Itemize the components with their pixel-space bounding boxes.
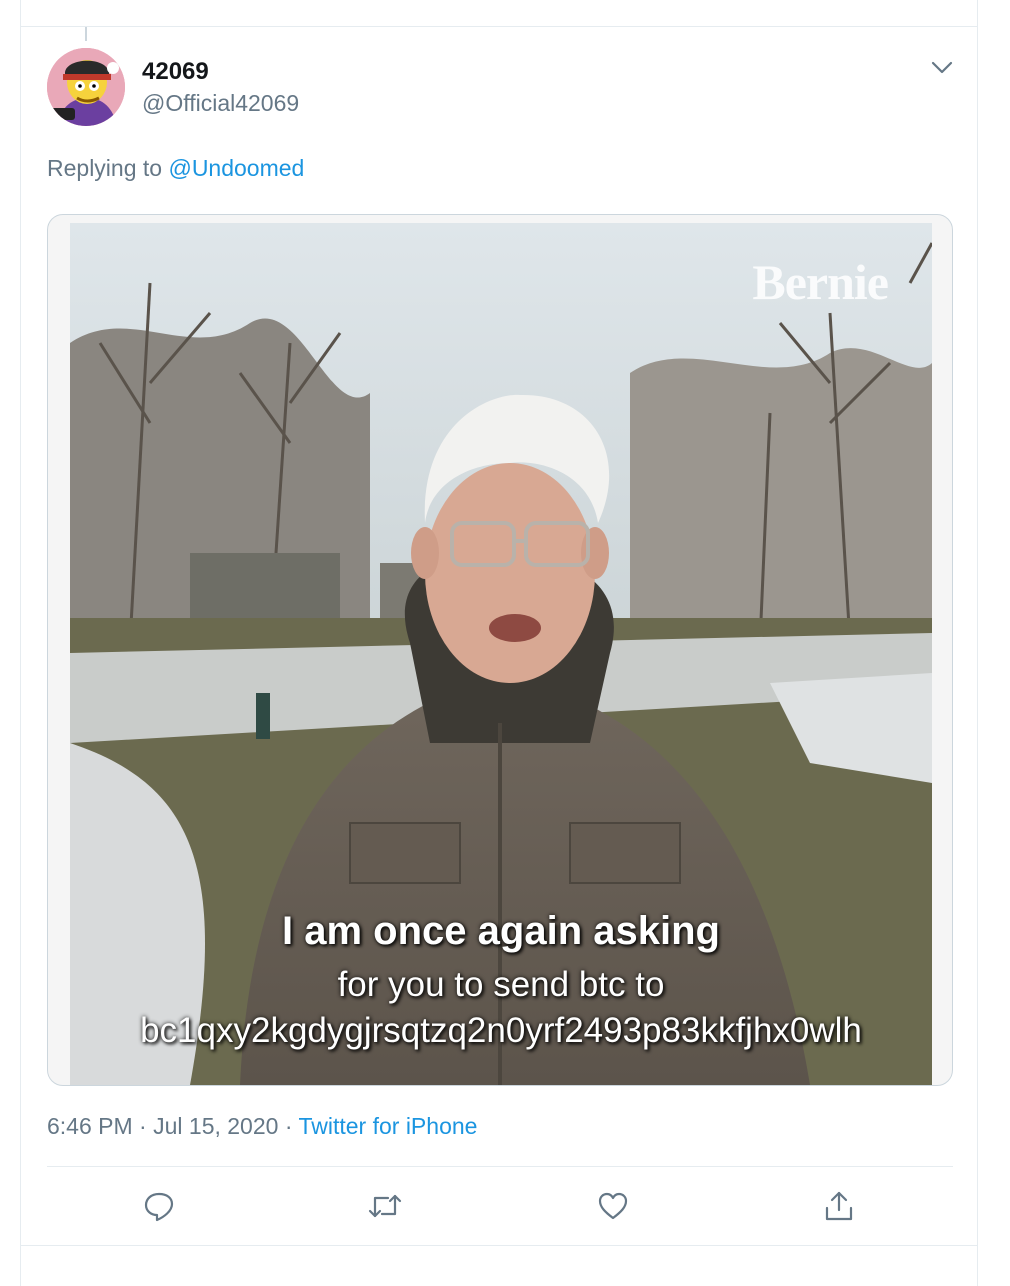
reply-icon [144, 1192, 174, 1222]
tweet-date[interactable]: Jul 15, 2020 [153, 1113, 278, 1139]
divider [21, 26, 977, 27]
divider [21, 1245, 977, 1246]
share-icon [825, 1191, 853, 1221]
meme-caption-line-2: for you to send btc to [337, 965, 665, 1004]
meme-image[interactable]: Bernie I am once again asking for you to… [70, 223, 932, 1085]
reply-mention-link[interactable]: @Undoomed [168, 155, 304, 181]
like-icon [598, 1192, 628, 1220]
replying-to-label: Replying to [47, 155, 169, 181]
replying-to-line: Replying to @Undoomed [47, 155, 304, 182]
tweet-media[interactable]: Bernie I am once again asking for you to… [47, 214, 953, 1086]
timestamp-separator: · [278, 1113, 299, 1139]
meme-photo-illustration [70, 223, 932, 1085]
share-button[interactable] [821, 1188, 857, 1224]
tweet-source-link[interactable]: Twitter for iPhone [298, 1113, 477, 1139]
reply-button[interactable] [141, 1188, 177, 1224]
avatar[interactable] [47, 48, 125, 126]
more-options-button[interactable] [929, 58, 955, 78]
bernie-watermark: Bernie [752, 254, 889, 310]
tweet-timestamp: 6:46 PM · Jul 15, 2020 · Twitter for iPh… [47, 1113, 477, 1140]
retweet-icon [368, 1194, 402, 1218]
like-button[interactable] [595, 1188, 631, 1224]
avatar-cartoon-icon [47, 48, 125, 126]
meme-caption-line-1: I am once again asking [282, 909, 720, 953]
tweet-column: 42069 @Official42069 Replying to @Undoom… [20, 0, 978, 1286]
meme-caption-line-3: bc1qxy2kgdygjrsqtzq2n0yrf2493p83kkfjhx0w… [140, 1011, 862, 1050]
retweet-button[interactable] [367, 1188, 403, 1224]
divider [47, 1166, 953, 1167]
timestamp-separator: · [132, 1113, 154, 1139]
tweet-time[interactable]: 6:46 PM [47, 1113, 133, 1139]
display-name[interactable]: 42069 [142, 58, 209, 86]
thread-connector-line [85, 27, 87, 41]
user-handle[interactable]: @Official42069 [142, 90, 299, 117]
chevron-down-icon [931, 61, 953, 74]
